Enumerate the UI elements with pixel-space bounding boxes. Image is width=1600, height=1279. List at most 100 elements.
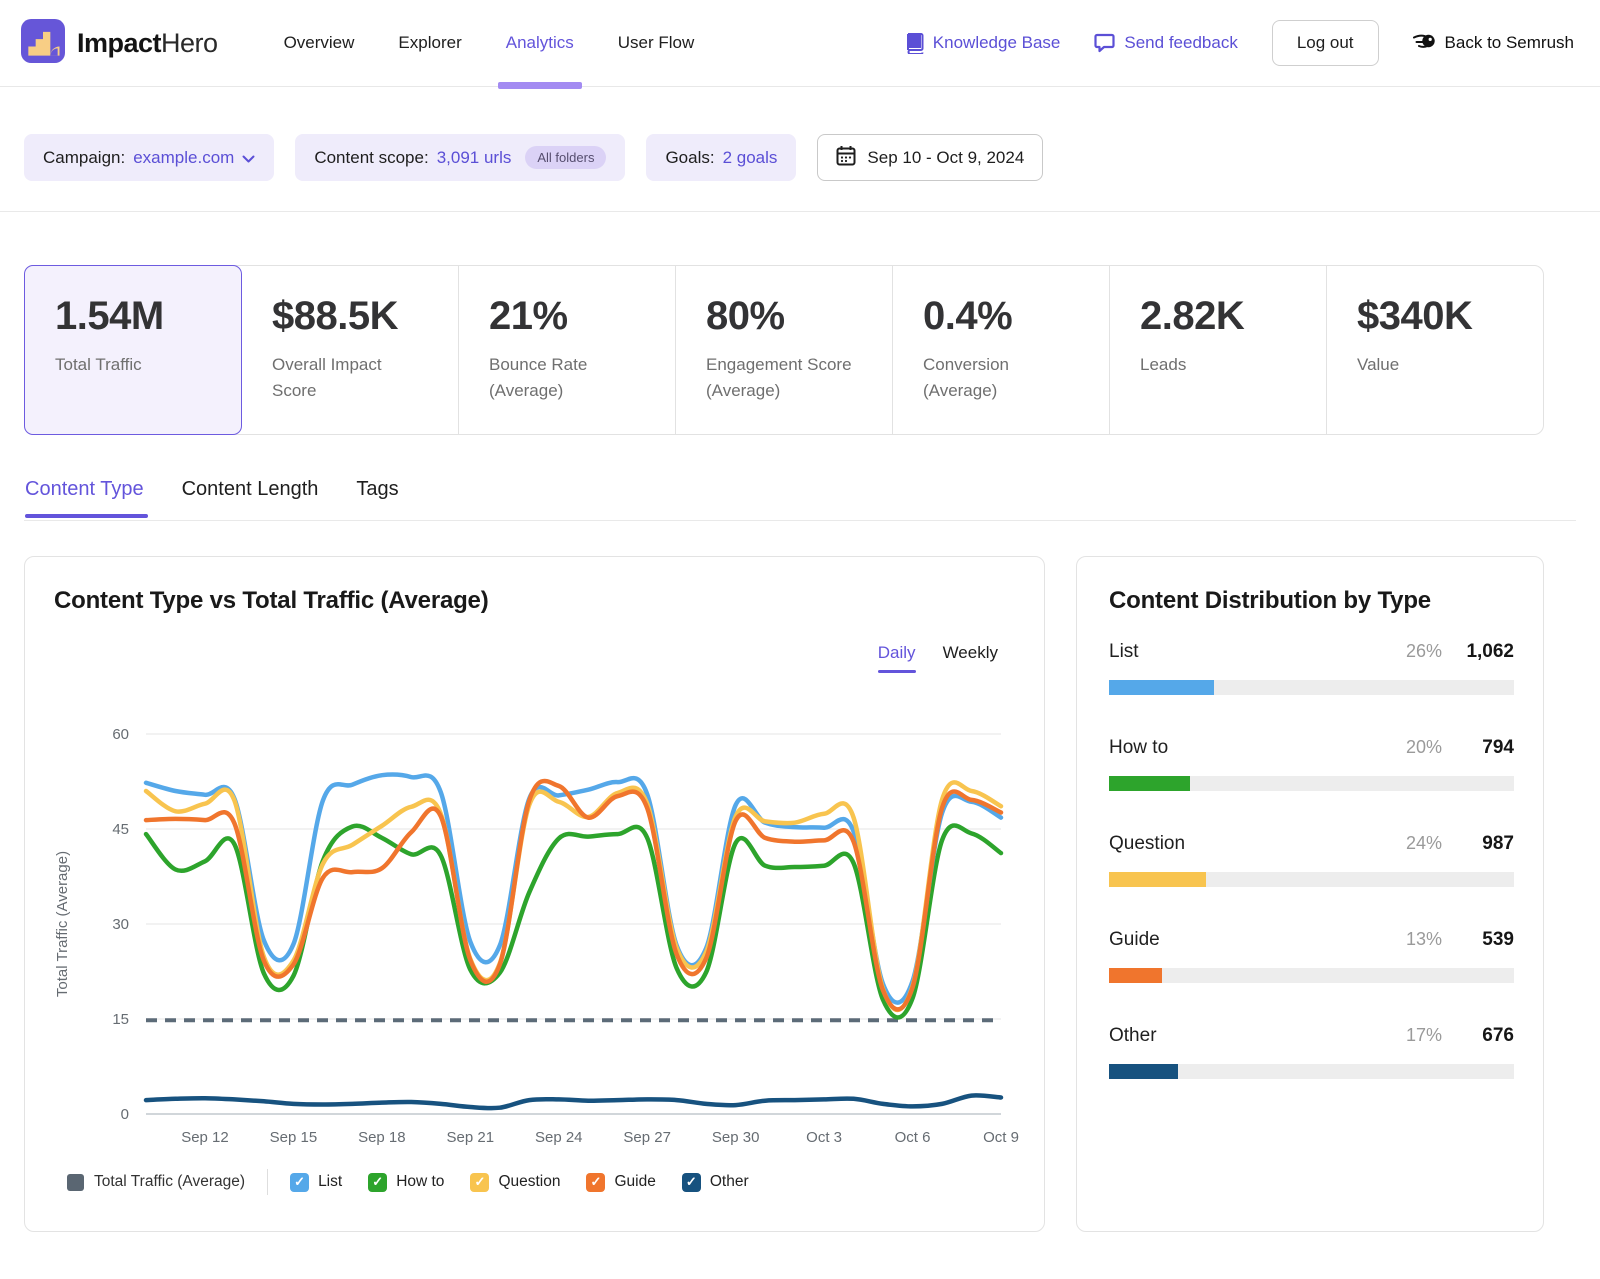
legend-checkbox-guide[interactable]: ✓ bbox=[586, 1173, 605, 1192]
legend-label: Guide bbox=[614, 1173, 655, 1191]
legend-label: Other bbox=[710, 1173, 749, 1191]
distribution-row-list: List26%1,062 bbox=[1109, 641, 1514, 695]
goals-selector[interactable]: Goals: 2 goals bbox=[646, 134, 796, 181]
distribution-row-head: Guide13%539 bbox=[1109, 929, 1514, 955]
kpi-card-total-traffic[interactable]: 1.54MTotal Traffic bbox=[24, 265, 242, 435]
legend-checkbox-how-to[interactable]: ✓ bbox=[368, 1173, 387, 1192]
kpi-card-overall-impact-score[interactable]: $88.5K Overall Impact Score bbox=[242, 266, 459, 434]
campaign-selector[interactable]: Campaign: example.com bbox=[24, 134, 274, 181]
impacthero-logo-icon bbox=[21, 19, 65, 68]
chart-legend: Total Traffic (Average) ✓ List ✓ How to ✓Que… bbox=[67, 1169, 775, 1195]
x-tick-14: Sep 24 bbox=[535, 1129, 583, 1146]
distribution-label: How to bbox=[1109, 737, 1372, 759]
y-tick-15: 15 bbox=[112, 1011, 129, 1028]
legend-label: How to bbox=[396, 1173, 444, 1191]
legend-item-question[interactable]: ✓Question bbox=[470, 1173, 560, 1192]
nav-item-user-flow[interactable]: User Flow bbox=[618, 23, 695, 63]
distribution-percent: 20% bbox=[1372, 737, 1442, 758]
filter-bar: Campaign: example.com Content scope: 3,0… bbox=[24, 134, 1043, 181]
distribution-value: 794 bbox=[1442, 737, 1514, 759]
distribution-label: Other bbox=[1109, 1025, 1372, 1047]
legend-checkbox-list[interactable]: ✓ bbox=[290, 1173, 309, 1192]
legend-checkbox-question[interactable]: ✓ bbox=[470, 1173, 489, 1192]
distribution-row-head: Question24%987 bbox=[1109, 833, 1514, 859]
distribution-row-head: List26%1,062 bbox=[1109, 641, 1514, 667]
kpi-value: 2.82K bbox=[1140, 294, 1326, 339]
distribution-row-question: Question24%987 bbox=[1109, 833, 1514, 887]
nav-item-analytics[interactable]: Analytics bbox=[506, 23, 574, 63]
distribution-percent: 13% bbox=[1372, 929, 1442, 950]
chevron-down-icon bbox=[242, 148, 255, 168]
legend-item-list[interactable]: ✓ List bbox=[290, 1173, 342, 1192]
kpi-card-value[interactable]: $340KValue bbox=[1327, 266, 1543, 434]
book-icon bbox=[905, 33, 924, 54]
y-tick-60: 60 bbox=[112, 726, 129, 743]
distribution-row-how-to: How to20%794 bbox=[1109, 737, 1514, 791]
main-nav: Overview Explorer Analytics User Flow bbox=[284, 23, 695, 63]
x-tick-2: Sep 12 bbox=[181, 1129, 229, 1146]
kpi-value: 21% bbox=[489, 294, 675, 339]
campaign-label: Campaign: bbox=[43, 148, 125, 168]
kpi-value: 0.4% bbox=[923, 294, 1109, 339]
distribution-bar-track bbox=[1109, 680, 1514, 695]
distribution-percent: 24% bbox=[1372, 833, 1442, 854]
kpi-label: Engagement Score (Average) bbox=[706, 352, 864, 403]
kpi-card-conversion-average-[interactable]: 0.4%Conversion (Average) bbox=[893, 266, 1110, 434]
distribution-bar-fill bbox=[1109, 776, 1190, 791]
granularity-weekly[interactable]: Weekly bbox=[943, 643, 998, 673]
back-to-semrush-link[interactable]: Back to Semrush bbox=[1413, 31, 1574, 56]
nav-item-explorer[interactable]: Explorer bbox=[398, 23, 461, 63]
legend-items: ✓List✓How to✓Question✓Guide✓Other bbox=[290, 1173, 775, 1192]
legend-checkbox-other[interactable]: ✓ bbox=[682, 1173, 701, 1192]
knowledge-base-link[interactable]: Knowledge Base bbox=[905, 33, 1061, 54]
tab-content-type[interactable]: Content Type bbox=[25, 478, 144, 518]
date-range-picker[interactable]: Sep 10 - Oct 9, 2024 bbox=[817, 134, 1043, 181]
kpi-card-bounce-rate-average-[interactable]: 21%Bounce Rate (Average) bbox=[459, 266, 676, 434]
distribution-label: Question bbox=[1109, 833, 1372, 855]
distribution-bar-fill bbox=[1109, 680, 1214, 695]
distribution-panel: Content Distribution by Type List26%1,06… bbox=[1076, 556, 1544, 1232]
kpi-value: 80% bbox=[706, 294, 892, 339]
goals-label: Goals: bbox=[665, 148, 714, 168]
granularity-daily[interactable]: Daily bbox=[878, 643, 916, 673]
kpi-row: 1.54MTotal Traffic $88.5K Overall Impact S… bbox=[24, 265, 1544, 435]
tab-content-length[interactable]: Content Length bbox=[182, 478, 319, 518]
x-tick-23: Oct 3 bbox=[806, 1129, 842, 1146]
legend-item-other[interactable]: ✓ Other bbox=[682, 1173, 749, 1192]
y-tick-45: 45 bbox=[112, 821, 129, 838]
kpi-value: $340K bbox=[1357, 294, 1543, 339]
distribution-rows: List26%1,062 How to20%794 Question24%987 Gu… bbox=[1109, 641, 1514, 1121]
series-line-other bbox=[146, 1095, 1001, 1108]
scope-label: Content scope: bbox=[314, 148, 428, 168]
brand-name: ImpactHero bbox=[77, 28, 218, 59]
content-scope-selector[interactable]: Content scope: 3,091 urls All folders bbox=[295, 134, 625, 181]
tab-tags[interactable]: Tags bbox=[356, 478, 398, 518]
total-traffic-swatch bbox=[67, 1174, 84, 1191]
distribution-value: 539 bbox=[1442, 929, 1514, 951]
kpi-value: $88.5K bbox=[272, 294, 458, 339]
all-folders-badge: All folders bbox=[525, 146, 606, 169]
page: ImpactHero Overview Explorer Analytics User… bbox=[0, 0, 1600, 1279]
kpi-label: Overall Impact Score bbox=[272, 352, 430, 403]
x-tick-17: Sep 27 bbox=[623, 1129, 671, 1146]
send-feedback-link[interactable]: Send feedback bbox=[1094, 33, 1237, 53]
legend-label: List bbox=[318, 1173, 342, 1191]
y-tick-30: 30 bbox=[112, 916, 129, 933]
legend-item-guide[interactable]: ✓ Guide bbox=[586, 1173, 655, 1192]
logout-button[interactable]: Log out bbox=[1272, 20, 1379, 66]
kpi-card-engagement-score-average-[interactable]: 80% Engagement Score (Average) bbox=[676, 266, 893, 434]
kpi-label: Leads bbox=[1140, 352, 1298, 378]
brand-logo[interactable]: ImpactHero bbox=[21, 19, 218, 68]
distribution-bar-track bbox=[1109, 776, 1514, 791]
distribution-bar-track bbox=[1109, 872, 1514, 887]
scope-value: 3,091 urls bbox=[437, 148, 512, 168]
distribution-bar-fill bbox=[1109, 872, 1206, 887]
kpi-card-leads[interactable]: 2.82K Leads bbox=[1110, 266, 1327, 434]
distribution-bar-track bbox=[1109, 968, 1514, 983]
y-tick-0: 0 bbox=[121, 1106, 129, 1123]
x-tick-29: Oct 9 bbox=[983, 1129, 1019, 1146]
total-traffic-label: Total Traffic (Average) bbox=[94, 1173, 245, 1191]
legend-item-how-to[interactable]: ✓ How to bbox=[368, 1173, 444, 1192]
nav-item-overview[interactable]: Overview bbox=[284, 23, 355, 63]
distribution-percent: 17% bbox=[1372, 1025, 1442, 1046]
